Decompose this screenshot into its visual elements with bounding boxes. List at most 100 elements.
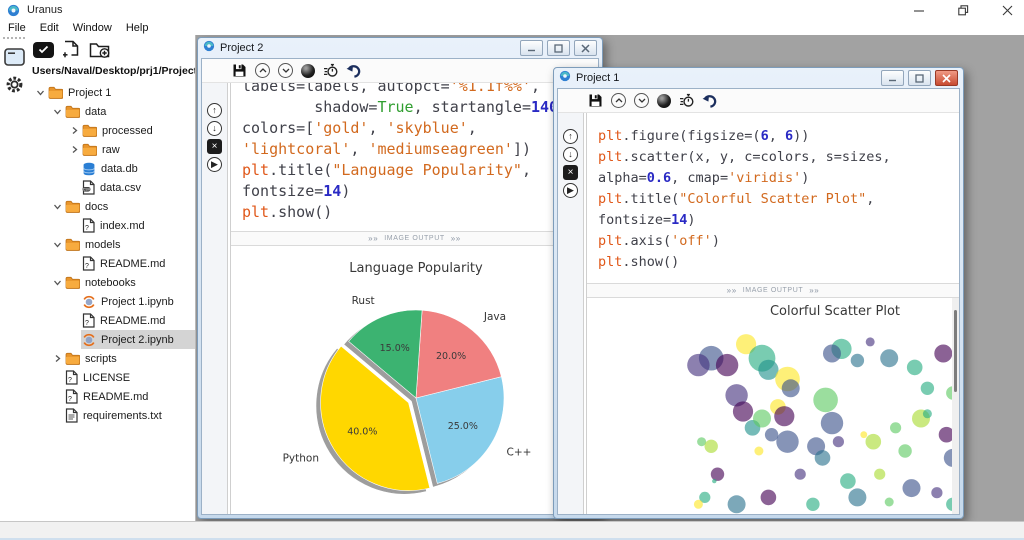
tree-item-readme-md[interactable]: ?README.md (28, 387, 195, 406)
run-cell-icon[interactable]: ▶ (563, 183, 578, 198)
run-cell-icon[interactable]: ▶ (207, 157, 222, 172)
move-down-icon[interactable] (634, 93, 649, 108)
maximize-icon[interactable] (547, 40, 570, 56)
chevron-down-icon[interactable] (51, 240, 64, 249)
tree-item-docs[interactable]: docs (28, 197, 195, 216)
code-line[interactable]: alpha=0.6, cmap='viridis') (598, 168, 959, 189)
save-icon[interactable] (588, 93, 603, 108)
run-all-icon[interactable] (301, 64, 315, 78)
save-icon[interactable] (232, 63, 247, 78)
minimize-icon[interactable] (881, 70, 904, 86)
code-line[interactable]: plt.figure(figsize=(6, 6)) (598, 126, 959, 147)
tree-item-models[interactable]: models (28, 235, 195, 254)
undo-icon[interactable] (346, 64, 362, 78)
code-line[interactable]: labels=labels, autopct='%1.1f%%', (242, 83, 598, 97)
code-line[interactable]: plt.axis('off') (598, 231, 959, 252)
code-line[interactable]: shadow=True, startangle=140 (242, 97, 598, 118)
chevron-right-icon[interactable] (68, 126, 81, 135)
tree-item-index-md[interactable]: ?index.md (28, 216, 195, 235)
tasks-button[interactable] (33, 42, 54, 58)
txt-icon (65, 408, 78, 423)
window-controls (912, 0, 1014, 20)
drag-grip[interactable] (3, 37, 25, 41)
maximize-icon[interactable] (908, 70, 931, 86)
chevron-down-icon[interactable] (51, 278, 64, 287)
menu-edit[interactable]: Edit (40, 22, 59, 34)
output-divider[interactable]: »» IMAGE OUTPUT »» (231, 231, 598, 246)
chevron-right-icon[interactable] (68, 145, 81, 154)
add-folder-button[interactable] (89, 41, 110, 59)
code-line[interactable]: colors=['gold', 'skyblue', (242, 118, 598, 139)
delete-cell-icon[interactable]: × (563, 165, 578, 180)
tree-item-data[interactable]: data (28, 102, 195, 121)
tree-item-project-2-ipynb[interactable]: Project 2.ipynb (28, 330, 195, 349)
tree-item-notebooks[interactable]: notebooks (28, 273, 195, 292)
code-line[interactable]: plt.show() (242, 202, 598, 223)
output-divider[interactable]: »» IMAGE OUTPUT »» (587, 283, 959, 298)
code-line[interactable]: 'lightcoral', 'mediumseagreen']) (242, 139, 598, 160)
tree-item-project-1-ipynb[interactable]: Project 1.ipynb (28, 292, 195, 311)
code-line[interactable]: plt.show() (598, 252, 959, 273)
tree-item-license[interactable]: ?LICENSE (28, 368, 195, 387)
tree-item-requirements-txt[interactable]: requirements.txt (28, 406, 195, 425)
tree-item-label: data.db (101, 163, 138, 175)
code-line[interactable]: plt.title("Language Popularity", (242, 160, 598, 181)
close-icon[interactable] (935, 70, 958, 86)
move-up-icon[interactable] (255, 63, 270, 78)
menu-help[interactable]: Help (126, 22, 149, 34)
chevron-down-icon[interactable] (51, 107, 64, 116)
code-line[interactable]: fontsize=14) (242, 181, 598, 202)
file-tree: Project 1dataprocessedraw data.db CSVdata.… (28, 81, 195, 521)
minimize-icon[interactable] (520, 40, 543, 56)
code-line[interactable]: plt.title("Colorful Scatter Plot", (598, 189, 959, 210)
child-window-project-2[interactable]: Project 2 (197, 37, 603, 519)
menu-window[interactable]: Window (73, 22, 112, 34)
chevron-down-icon[interactable] (34, 88, 47, 97)
scrollbar-track[interactable] (952, 298, 959, 514)
scatter-point (866, 337, 875, 346)
code-line[interactable]: fontsize=14) (598, 210, 959, 231)
run-timer-icon[interactable] (679, 93, 694, 108)
tree-item-readme-md[interactable]: ?README.md (28, 311, 195, 330)
move-cell-down-icon[interactable]: ↓ (207, 121, 222, 136)
child-title-bar[interactable]: Project 2 (201, 38, 599, 58)
tree-item-data-db[interactable]: data.db (28, 159, 195, 178)
move-down-icon[interactable] (278, 63, 293, 78)
move-cell-up-icon[interactable]: ↑ (207, 103, 222, 118)
title-bar[interactable]: Uranus (0, 0, 1024, 20)
move-up-icon[interactable] (611, 93, 626, 108)
tree-item-scripts[interactable]: scripts (28, 349, 195, 368)
delete-cell-icon[interactable]: × (207, 139, 222, 154)
tree-item-data-csv[interactable]: CSVdata.csv (28, 178, 195, 197)
run-all-icon[interactable] (657, 94, 671, 108)
explorer-panel-icon[interactable] (2, 45, 26, 69)
child-window-project-1[interactable]: Project 1 (553, 67, 964, 519)
close-icon[interactable] (1000, 3, 1014, 17)
run-timer-icon[interactable] (323, 63, 338, 78)
chevron-right-icon[interactable] (51, 354, 64, 363)
scatter-point (774, 406, 794, 426)
close-icon[interactable] (574, 40, 597, 56)
app-window: Uranus File Edit Window Help (0, 0, 1024, 540)
restore-icon[interactable] (956, 3, 970, 17)
menu-file[interactable]: File (8, 22, 26, 34)
move-cell-down-icon[interactable]: ↓ (563, 147, 578, 162)
svg-text:?: ? (85, 225, 89, 232)
undo-icon[interactable] (702, 94, 718, 108)
move-cell-up-icon[interactable]: ↑ (563, 129, 578, 144)
chevron-down-icon[interactable] (51, 202, 64, 211)
child-title-bar[interactable]: Project 1 (557, 68, 960, 88)
tree-item-readme-md[interactable]: ?README.md (28, 254, 195, 273)
new-file-button[interactable] (63, 40, 80, 59)
code-line[interactable]: plt.scatter(x, y, c=colors, s=sizes, (598, 147, 959, 168)
scrollbar-thumb[interactable] (954, 310, 957, 392)
output-label: IMAGE OUTPUT (743, 287, 803, 294)
tree-item-project-1[interactable]: Project 1 (28, 83, 195, 102)
settings-gear-icon[interactable] (2, 72, 26, 96)
tree-item-raw[interactable]: raw (28, 140, 195, 159)
code-editor[interactable]: labels=labels, autopct='%1.1f%%', shadow… (231, 83, 598, 231)
scatter-point (874, 469, 885, 480)
tree-item-processed[interactable]: processed (28, 121, 195, 140)
minimize-icon[interactable] (912, 3, 926, 17)
code-editor[interactable]: plt.figure(figsize=(6, 6))plt.scatter(x,… (587, 113, 959, 283)
